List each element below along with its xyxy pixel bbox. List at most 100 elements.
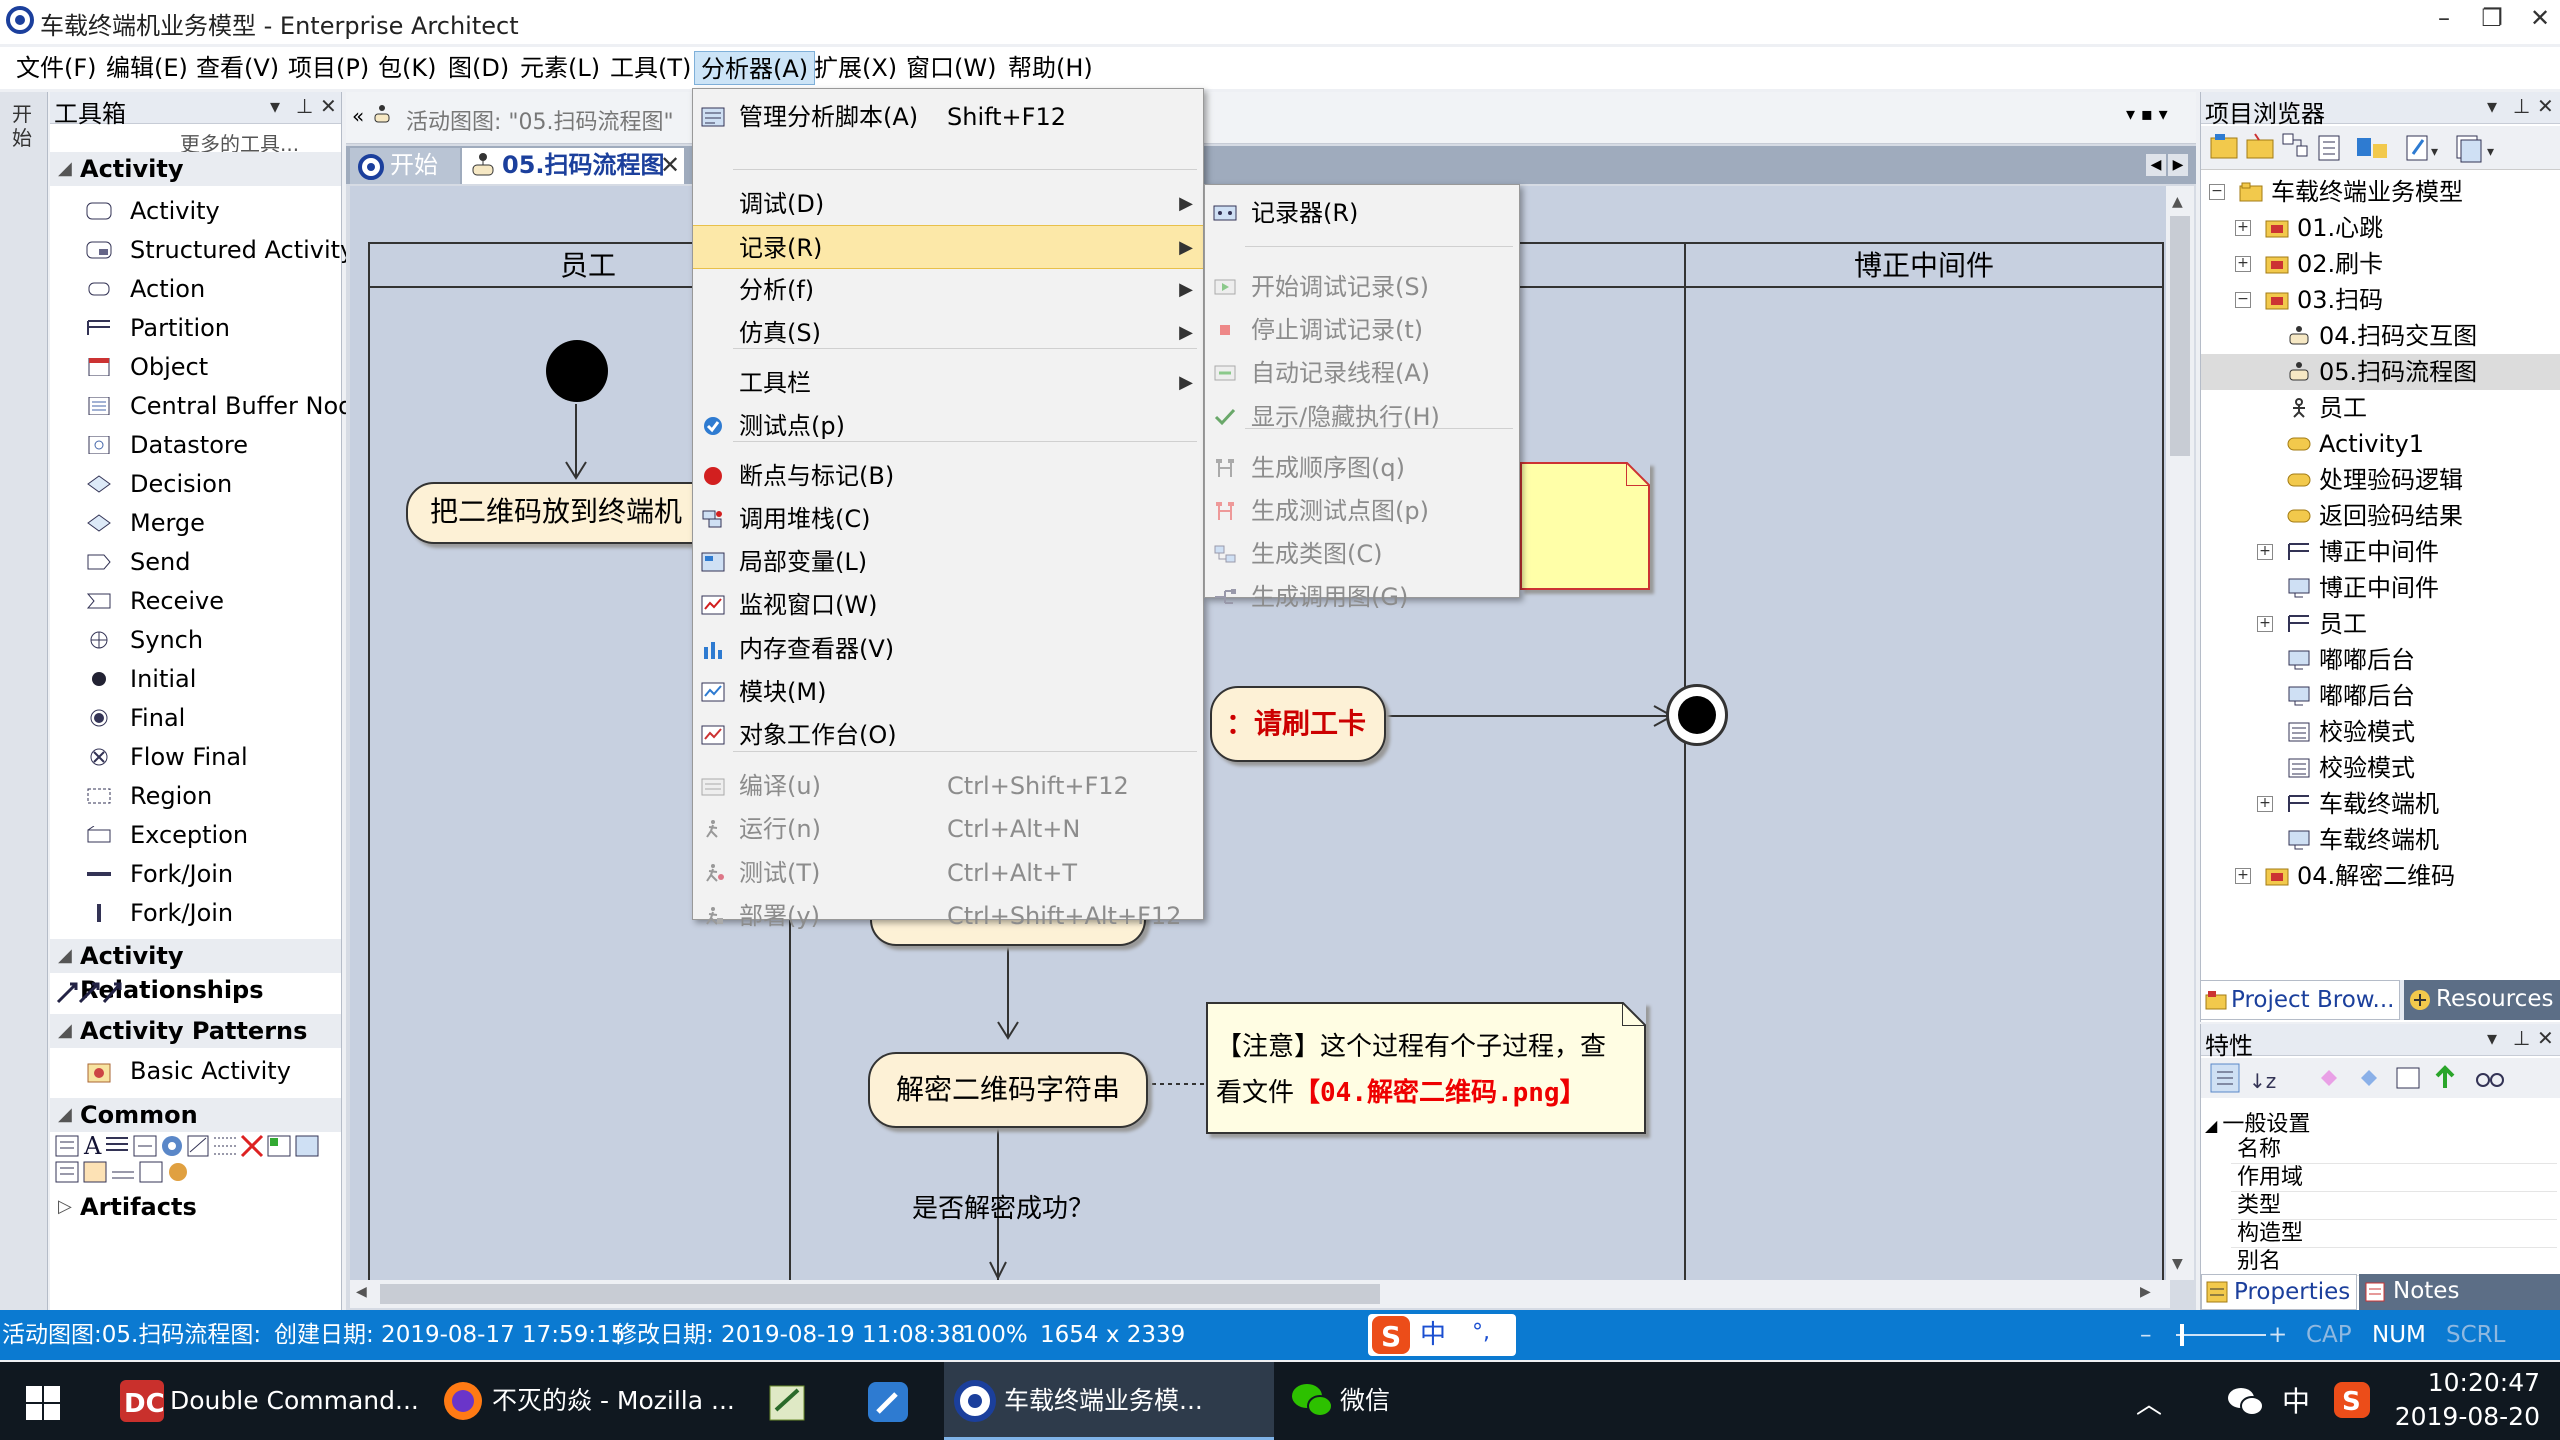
tree-expand-icon[interactable]: + xyxy=(2235,868,2251,884)
tab-scroll-right-icon[interactable]: ▶ xyxy=(2168,154,2188,176)
analyzer-menu-item[interactable]: 调用堆栈(C) xyxy=(693,497,1203,541)
menu-package[interactable]: 包(K) xyxy=(372,51,442,85)
menu-project[interactable]: 项目(P) xyxy=(282,51,375,85)
activity-swipe-card[interactable]: ：请刷工卡 xyxy=(1210,686,1386,762)
analyzer-menu-item[interactable]: 工具栏 ▶ xyxy=(693,361,1203,405)
tray-clock-date[interactable]: 2019-08-20 xyxy=(2380,1402,2540,1431)
tree-expand-icon[interactable]: + xyxy=(2235,256,2251,272)
pin-icon[interactable]: ⊥ xyxy=(296,94,313,118)
close-tab-icon[interactable]: ✕ xyxy=(660,148,680,182)
analyzer-menu-item[interactable]: 断点与标记(B) xyxy=(693,454,1203,498)
vertical-scrollbar[interactable]: ▲ ▼ xyxy=(2166,186,2194,1280)
final-node[interactable] xyxy=(1666,684,1728,746)
tab-start-page[interactable]: 开始页 xyxy=(350,148,460,213)
properties-toolbar-icons[interactable]: ↓z xyxy=(2201,1058,2560,1098)
section-artifacts[interactable]: ▷ Artifacts xyxy=(50,1190,341,1224)
ime-toolbar[interactable]: S 中 °, xyxy=(1368,1314,1516,1356)
analyzer-menu-item[interactable]: 模块(M) xyxy=(693,670,1203,714)
menu-extensions[interactable]: 扩展(X) xyxy=(808,51,903,85)
menu-tools[interactable]: 工具(T) xyxy=(604,51,697,85)
zoom-in-icon[interactable]: + xyxy=(2268,1310,2287,1360)
tab-notes[interactable]: Notes xyxy=(2359,1274,2560,1310)
properties-group-general[interactable]: ◢ 一般设置 xyxy=(2205,1106,2310,1138)
menu-edit[interactable]: 编辑(E) xyxy=(100,51,194,85)
scroll-left-icon[interactable]: ◀ xyxy=(356,1284,367,1300)
common-tools-icon[interactable]: A xyxy=(54,1132,338,1184)
analyzer-menu-item[interactable]: 管理分析脚本(A) Shift+F12 xyxy=(693,95,1203,139)
edit-app-icon[interactable] xyxy=(866,1380,910,1424)
prop-type[interactable]: 类型 xyxy=(2231,1192,2557,1220)
vertical-scroll-thumb[interactable] xyxy=(2170,216,2190,456)
horizontal-scroll-thumb[interactable] xyxy=(380,1284,1380,1304)
tree-expand-icon[interactable]: + xyxy=(2257,796,2273,812)
analyzer-menu-item[interactable]: 测试点(p) xyxy=(693,404,1203,448)
activity-decrypt-qrcode[interactable]: 解密二维码字符串 xyxy=(868,1052,1148,1128)
tray-clock-time[interactable]: 10:20:47 xyxy=(2400,1368,2540,1397)
tab-scan-flow-diagram[interactable]: 05.扫码流程图 ✕ xyxy=(462,148,684,184)
tree-expand-icon[interactable]: + xyxy=(2257,616,2273,632)
menu-diagram[interactable]: 图(D) xyxy=(442,51,515,85)
relationship-arrows-icon[interactable] xyxy=(54,976,134,1006)
section-common[interactable]: ◢ Common xyxy=(50,1098,341,1132)
menu-analyzer[interactable]: 分析器(A) xyxy=(694,51,816,85)
collapse-icon[interactable]: « xyxy=(352,104,364,128)
pin-icon[interactable]: ⊥ xyxy=(2513,94,2530,118)
tree-collapse-icon[interactable]: − xyxy=(2209,184,2225,200)
zoom-slider-thumb[interactable] xyxy=(2180,1324,2184,1346)
analyzer-menu-item[interactable]: 仿真(S) ▶ xyxy=(693,311,1203,355)
tray-sogou-icon[interactable]: S xyxy=(2334,1382,2370,1418)
close-button[interactable]: ✕ xyxy=(2520,4,2560,32)
task-enterprise-architect[interactable]: 车载终端业务模... xyxy=(944,1362,1274,1440)
tree-expand-icon[interactable]: + xyxy=(2235,220,2251,236)
zoom-out-icon[interactable]: – xyxy=(2140,1310,2152,1360)
section-activity-patterns[interactable]: ◢ Activity Patterns xyxy=(50,1014,341,1048)
windows-start-icon[interactable] xyxy=(24,1384,62,1422)
prop-scope[interactable]: 作用域 xyxy=(2231,1164,2557,1192)
section-activity-relationships[interactable]: ◢ Activity Relationships xyxy=(50,939,341,1004)
task-firefox[interactable]: 不灭的焱 - Mozilla ... xyxy=(432,1362,742,1440)
tab-project-browser[interactable]: Project Brow... xyxy=(2200,980,2400,1020)
tab-properties[interactable]: Properties xyxy=(2201,1274,2357,1310)
analyzer-menu-item[interactable]: 对象工作台(O) xyxy=(693,713,1203,757)
task-double-commander[interactable]: DC Double Command... xyxy=(110,1362,428,1440)
dropdown-icon[interactable]: ▾ xyxy=(2487,1026,2497,1050)
record-submenu-item[interactable]: 记录器(R) xyxy=(1205,191,1519,235)
restore-button[interactable]: ❐ xyxy=(2472,4,2512,32)
project-toolbar-icons[interactable]: ▾ ▾ xyxy=(2201,126,2560,170)
tray-input-language[interactable]: 中 xyxy=(2282,1380,2310,1420)
scroll-up-icon[interactable]: ▲ xyxy=(2172,194,2183,210)
menu-element[interactable]: 元素(L) xyxy=(514,51,606,85)
dropdown-icon[interactable]: ▾ xyxy=(270,94,280,118)
pin-icon[interactable]: ⊥ xyxy=(2513,1026,2530,1050)
tree-collapse-icon[interactable]: − xyxy=(2235,292,2251,308)
dropdown-icon[interactable]: ▾ xyxy=(2487,94,2497,118)
tab-resources[interactable]: Resources xyxy=(2404,980,2560,1020)
scroll-right-icon[interactable]: ▶ xyxy=(2140,1284,2151,1300)
prop-alias[interactable]: 别名 xyxy=(2231,1248,2557,1276)
menu-help[interactable]: 帮助(H) xyxy=(1002,51,1099,85)
ime-punctuation[interactable]: °, xyxy=(1472,1308,1490,1358)
horizontal-scrollbar[interactable]: ◀ ▶ xyxy=(350,1280,2170,1308)
zoom-slider[interactable] xyxy=(2176,1334,2266,1336)
analyzer-menu-item[interactable]: 监视窗口(W) xyxy=(693,583,1203,627)
scroll-down-icon[interactable]: ▼ xyxy=(2172,1256,2183,1272)
tree-expand-icon[interactable]: + xyxy=(2257,544,2273,560)
analyzer-menu-item[interactable]: 局部变量(L) xyxy=(693,540,1203,584)
minimize-button[interactable]: – xyxy=(2424,4,2464,32)
tray-expand-icon[interactable]: ︿ xyxy=(2136,1384,2162,1421)
menu-file[interactable]: 文件(F) xyxy=(10,51,103,85)
tray-wechat-icon[interactable] xyxy=(2226,1384,2266,1420)
task-wechat[interactable]: 微信 xyxy=(1280,1362,1580,1440)
close-icon[interactable]: ✕ xyxy=(2537,1026,2554,1050)
tab-scroll-left-icon[interactable]: ◀ xyxy=(2146,154,2166,176)
analyzer-menu-item[interactable]: 分析(f) ▶ xyxy=(693,268,1203,312)
close-icon[interactable]: ✕ xyxy=(2537,94,2554,118)
analyzer-menu-item[interactable]: 内存查看器(V) xyxy=(693,627,1203,671)
ime-mode[interactable]: 中 xyxy=(1420,1310,1446,1360)
menu-window[interactable]: 窗口(W) xyxy=(900,51,1002,85)
analyzer-menu-item[interactable]: 记录(R) ▶ xyxy=(693,225,1203,269)
prop-stereotype[interactable]: 构造型 xyxy=(2231,1220,2557,1248)
notepad-app-icon[interactable] xyxy=(766,1380,810,1424)
doc-menu-chevron-icon[interactable]: ▾ ▪ ▾ xyxy=(2126,104,2168,125)
start-strip[interactable]: 开始 xyxy=(0,92,48,1310)
